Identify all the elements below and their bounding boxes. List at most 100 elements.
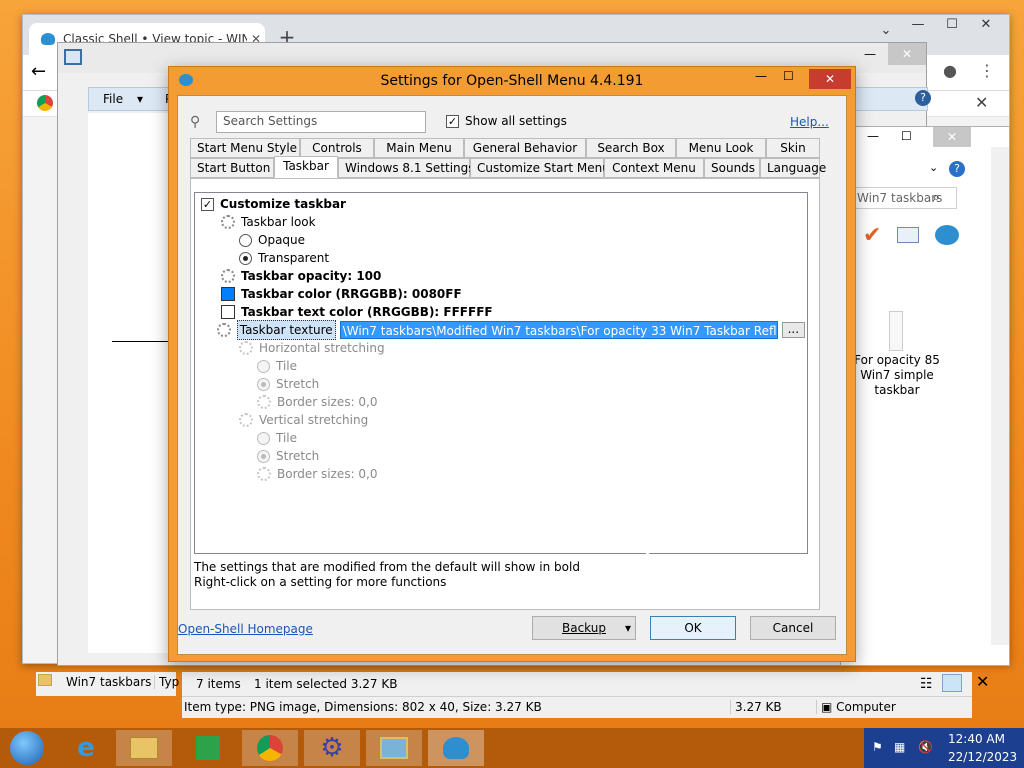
transparent-radio[interactable]: [239, 251, 252, 265]
customize-checkbox[interactable]: ✓: [201, 197, 214, 211]
close-explorer-icon[interactable]: ✕: [975, 93, 988, 112]
tree-item-stretch-v[interactable]: Stretch: [257, 447, 319, 465]
clock-time[interactable]: 12:40 AM: [948, 732, 1005, 746]
close-icon[interactable]: ✕: [971, 15, 1001, 37]
stretch-radio[interactable]: [257, 449, 270, 463]
search-input[interactable]: Win7 taskbars: [853, 187, 957, 209]
minimize-icon[interactable]: —: [864, 47, 876, 61]
homepage-link[interactable]: Open-Shell Homepage: [178, 622, 313, 636]
tree-item-color[interactable]: Taskbar color (RRGGBB): 0080FF: [221, 285, 462, 303]
folder-name[interactable]: Win7 taskbars: [66, 675, 151, 689]
tree-item-border-v[interactable]: Border sizes: 0,0: [257, 465, 378, 483]
taskbar-store[interactable]: [180, 730, 236, 766]
tree-item-border-h[interactable]: Border sizes: 0,0: [257, 393, 378, 411]
mail-icon[interactable]: [897, 227, 919, 243]
close-icon[interactable]: ✕: [933, 127, 971, 147]
texture-path-input[interactable]: \Win7 taskbars\Modified Win7 taskbars\Fo…: [339, 321, 778, 339]
taskbar-settings[interactable]: ⚙: [304, 730, 360, 766]
chevron-down-icon[interactable]: ⌄: [929, 161, 938, 174]
network-icon[interactable]: ▦: [894, 740, 905, 754]
file-thumbnail[interactable]: [889, 311, 903, 351]
tab-start-menu-style[interactable]: Start Menu Style: [190, 138, 300, 158]
tab-general-behavior[interactable]: General Behavior: [464, 138, 586, 158]
column-header[interactable]: Typ: [154, 675, 179, 689]
notification-area: ⚑ ▦ 🔇 12:40 AM 22/12/2023: [864, 728, 1024, 768]
tab-sounds[interactable]: Sounds: [704, 158, 760, 178]
note-bold: The settings that are modified from the …: [194, 560, 580, 574]
flag-icon[interactable]: ⚑: [872, 740, 883, 754]
tree-item-opaque[interactable]: Opaque: [239, 231, 305, 249]
tab-main-menu[interactable]: Main Menu: [374, 138, 464, 158]
tree-item-text-color[interactable]: Taskbar text color (RRGGBB): FFFFFF: [221, 303, 493, 321]
stretch-radio[interactable]: [257, 377, 270, 391]
checkmark-icon[interactable]: ✔: [863, 223, 881, 248]
tab-search-box[interactable]: Search Box: [586, 138, 676, 158]
back-icon[interactable]: ←: [31, 61, 46, 82]
tab-start-button[interactable]: Start Button: [190, 158, 274, 178]
taskbar-open-shell[interactable]: [428, 730, 484, 766]
backup-button[interactable]: Backup ▾: [532, 616, 636, 640]
help-icon[interactable]: ?: [915, 90, 931, 106]
close-icon[interactable]: ✕: [809, 69, 851, 89]
tree-item-horizontal-stretching[interactable]: Horizontal stretching: [239, 339, 385, 357]
tab-context-menu[interactable]: Context Menu: [604, 158, 704, 178]
tree-item-tile-v[interactable]: Tile: [257, 429, 297, 447]
start-button[interactable]: [2, 730, 52, 766]
close-icon[interactable]: ✕: [976, 672, 989, 691]
maximize-icon[interactable]: ☐: [783, 69, 794, 83]
tab-controls[interactable]: Controls: [300, 138, 374, 158]
tab-taskbar[interactable]: Taskbar: [274, 156, 338, 178]
minimize-icon[interactable]: —: [903, 15, 933, 37]
show-all-checkbox[interactable]: ✓: [446, 114, 459, 128]
tile-radio[interactable]: [257, 431, 270, 445]
search-icon[interactable]: ⌕: [933, 190, 940, 205]
profile-icon[interactable]: ●: [943, 61, 957, 80]
tree-item-vertical-stretching[interactable]: Vertical stretching: [239, 411, 368, 429]
note-right-click: Right-click on a setting for more functi…: [194, 575, 447, 589]
opaque-radio[interactable]: [239, 233, 252, 247]
tree-item-opacity[interactable]: Taskbar opacity: 100: [221, 267, 381, 285]
tree-item-transparent[interactable]: Transparent: [239, 249, 329, 267]
tile-radio[interactable]: [257, 359, 270, 373]
tree-item-taskbar-look[interactable]: Taskbar look: [221, 213, 316, 231]
tree-item-stretch-h[interactable]: Stretch: [257, 375, 319, 393]
menu-file[interactable]: File: [103, 92, 123, 106]
help-icon[interactable]: ?: [949, 161, 965, 177]
search-input[interactable]: Search Settings: [216, 111, 426, 133]
tab-menu-look[interactable]: Menu Look: [676, 138, 766, 158]
maximize-icon[interactable]: ☐: [937, 15, 967, 37]
chevron-down-icon[interactable]: ▾: [137, 92, 143, 106]
maximize-icon[interactable]: ☐: [901, 129, 912, 143]
item-size: 3.27 KB: [730, 700, 782, 714]
taskbar-explorer[interactable]: [116, 730, 172, 766]
browse-button[interactable]: ...: [781, 322, 806, 338]
tab-language[interactable]: Language: [760, 158, 826, 178]
chrome-icon: [257, 735, 283, 761]
menu-icon[interactable]: ⋮: [979, 61, 995, 80]
chevron-down-icon[interactable]: ⌄: [871, 21, 901, 43]
details-view-icon[interactable]: ☷: [920, 676, 933, 692]
minimize-icon[interactable]: —: [867, 129, 879, 143]
scrollbar[interactable]: [991, 147, 1009, 645]
show-all-settings[interactable]: ✓ Show all settings: [446, 114, 567, 128]
gear-icon: [221, 215, 235, 229]
tab-skin[interactable]: Skin: [766, 138, 820, 158]
minimize-icon[interactable]: —: [755, 69, 767, 83]
taskbar-ie[interactable]: e: [58, 730, 114, 766]
ok-button[interactable]: OK: [650, 616, 736, 640]
volume-muted-icon[interactable]: 🔇: [918, 740, 933, 754]
tree-item-customize-taskbar[interactable]: ✓ Customize taskbar: [201, 195, 346, 213]
tab-customize-start-menu[interactable]: Customize Start Menu: [470, 158, 610, 178]
shell-icon[interactable]: [935, 225, 959, 245]
close-icon[interactable]: ✕: [888, 43, 926, 65]
taskbar-photos[interactable]: [366, 730, 422, 766]
tab-windows-81-settings[interactable]: Windows 8.1 Settings: [338, 158, 475, 178]
large-icons-view-icon[interactable]: [942, 674, 962, 692]
tree-item-tile-h[interactable]: Tile: [257, 357, 297, 375]
chrome-icon: [37, 95, 53, 111]
taskbar-chrome[interactable]: [242, 730, 298, 766]
clock-date[interactable]: 22/12/2023: [948, 750, 1017, 764]
cancel-button[interactable]: Cancel: [750, 616, 836, 640]
tree-item-texture[interactable]: Taskbar texture \Win7 taskbars\Modified …: [217, 320, 806, 340]
help-link[interactable]: Help...: [790, 115, 829, 129]
